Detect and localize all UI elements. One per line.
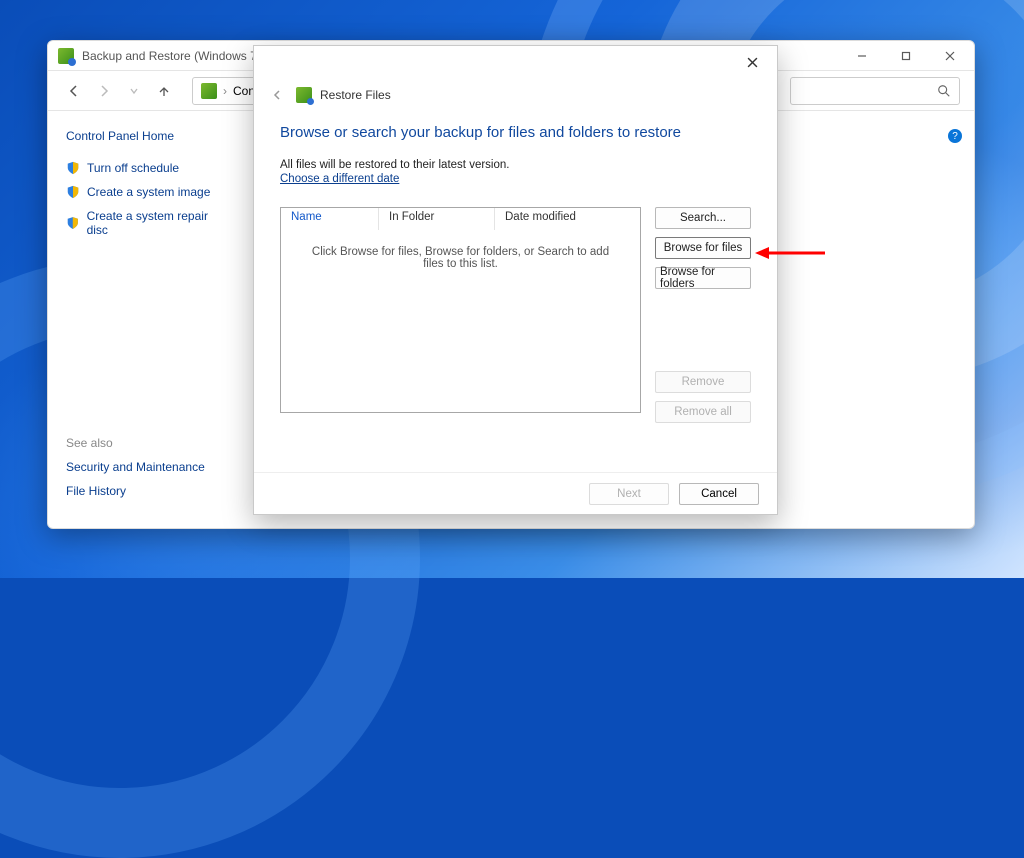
dialog-heading: Restore Files xyxy=(320,88,391,102)
chevron-right-icon: › xyxy=(223,84,227,98)
nav-up-button[interactable] xyxy=(152,79,176,103)
search-input[interactable] xyxy=(790,77,960,105)
dialog-titlebar xyxy=(254,46,777,78)
see-also-file-history[interactable]: File History xyxy=(66,484,205,498)
control-panel-home-link[interactable]: Control Panel Home xyxy=(66,129,228,143)
cancel-button[interactable]: Cancel xyxy=(679,483,759,505)
browse-for-folders-button[interactable]: Browse for folders xyxy=(655,267,751,289)
restore-files-icon xyxy=(296,87,312,103)
nav-forward-button[interactable] xyxy=(92,79,116,103)
sidebar-item-label: Create a system repair disc xyxy=(87,209,228,237)
breadcrumb-icon xyxy=(201,83,217,99)
sidebar-item-label: Create a system image xyxy=(87,185,210,199)
column-in-folder[interactable]: In Folder xyxy=(379,208,495,230)
column-date-modified[interactable]: Date modified xyxy=(495,208,640,230)
dialog-back-button[interactable] xyxy=(266,84,288,106)
nav-back-button[interactable] xyxy=(62,79,86,103)
cp-sidebar: Control Panel Home Turn off schedule Cre… xyxy=(48,111,236,528)
shield-icon xyxy=(66,185,80,199)
see-also-security[interactable]: Security and Maintenance xyxy=(66,460,205,474)
next-button: Next xyxy=(589,483,669,505)
restore-files-dialog: Restore Files Browse or search your back… xyxy=(253,45,778,515)
column-name[interactable]: Name xyxy=(281,208,379,230)
sidebar-item-create-repair-disc[interactable]: Create a system repair disc xyxy=(66,209,228,237)
dialog-close-button[interactable] xyxy=(733,50,771,74)
search-button[interactable]: Search... xyxy=(655,207,751,229)
nav-recent-dropdown[interactable] xyxy=(122,79,146,103)
browse-for-files-button[interactable]: Browse for files xyxy=(655,237,751,259)
shield-icon xyxy=(66,216,80,230)
search-icon xyxy=(937,84,951,98)
choose-different-date-link[interactable]: Choose a different date xyxy=(280,173,399,185)
annotation-arrow-icon xyxy=(755,246,827,260)
dialog-footer: Next Cancel xyxy=(254,472,777,514)
dialog-subline: All files will be restored to their late… xyxy=(280,159,509,171)
sidebar-item-label: Turn off schedule xyxy=(87,161,179,175)
minimize-button[interactable] xyxy=(840,42,884,70)
close-button[interactable] xyxy=(928,42,972,70)
maximize-button[interactable] xyxy=(884,42,928,70)
list-header: Name In Folder Date modified xyxy=(281,208,640,230)
restore-list[interactable]: Name In Folder Date modified Click Brows… xyxy=(280,207,641,413)
remove-all-button: Remove all xyxy=(655,401,751,423)
list-empty-text: Click Browse for files, Browse for folde… xyxy=(281,230,640,412)
dialog-title: Browse or search your backup for files a… xyxy=(280,124,751,141)
see-also-heading: See also xyxy=(66,436,205,450)
remove-button: Remove xyxy=(655,371,751,393)
cp-window-title: Backup and Restore (Windows 7) xyxy=(82,49,261,63)
shield-icon xyxy=(66,161,80,175)
sidebar-item-turn-off-schedule[interactable]: Turn off schedule xyxy=(66,161,228,175)
backup-restore-icon xyxy=(58,48,74,64)
sidebar-item-create-system-image[interactable]: Create a system image xyxy=(66,185,228,199)
